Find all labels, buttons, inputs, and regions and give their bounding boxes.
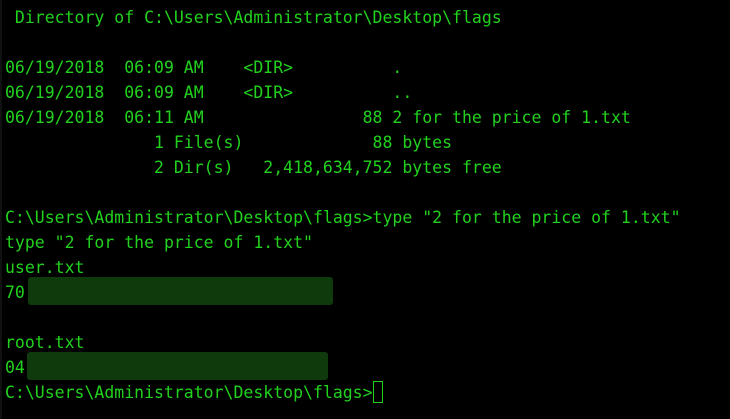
dir-count-summary: 2 Dir(s) 2,418,634,752 bytes free <box>5 158 502 177</box>
window-border <box>0 0 2 419</box>
user-flag-value: 70 <box>5 283 25 302</box>
file-count-summary: 1 File(s) 88 bytes <box>5 133 453 152</box>
terminal-window[interactable]: Directory of C:\Users\Administrator\Desk… <box>0 0 730 419</box>
text-cursor <box>373 381 383 403</box>
command-echo: type "2 for the price of 1.txt" <box>5 233 313 252</box>
dir-entry-current: 06/19/2018 06:09 AM <DIR> . <box>5 58 403 77</box>
root-flag-value: 04 <box>5 358 25 377</box>
user-flag-redaction <box>28 277 333 305</box>
file-entry: 06/19/2018 06:11 AM 88 2 for the price o… <box>5 108 631 127</box>
dir-entry-parent: 06/19/2018 06:09 AM <DIR> .. <box>5 83 413 102</box>
root-flag-redaction <box>27 352 328 380</box>
command-line: C:\Users\Administrator\Desktop\flags>typ… <box>5 208 681 227</box>
prompt-line[interactable]: C:\Users\Administrator\Desktop\flags> <box>5 380 373 405</box>
directory-header: Directory of C:\Users\Administrator\Desk… <box>5 8 502 27</box>
